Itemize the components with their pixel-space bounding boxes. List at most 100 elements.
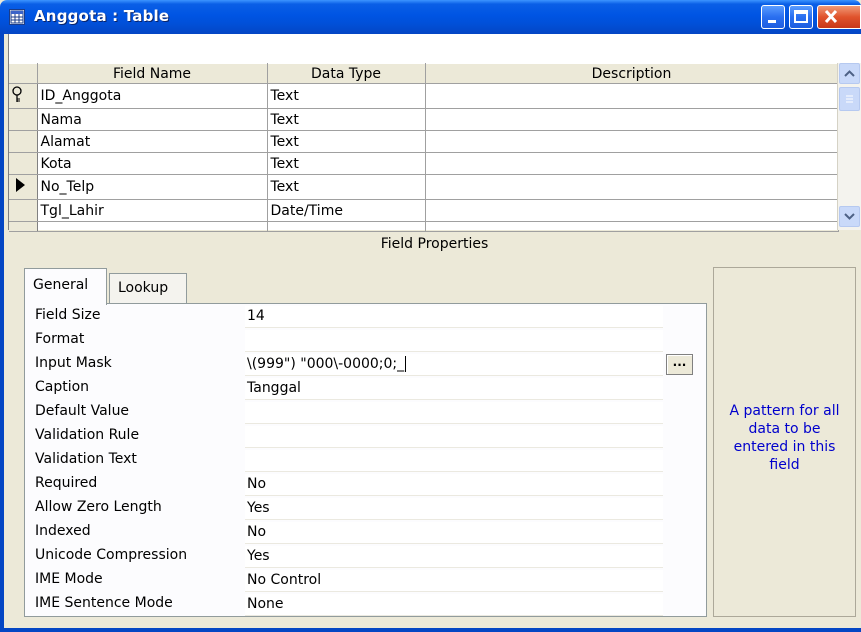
vertical-scrollbar[interactable] — [837, 63, 861, 230]
ime-sentence-mode-input[interactable]: None — [245, 594, 663, 616]
field-grid: Field Name Data Type Description ID_Angg… — [8, 34, 861, 232]
table-row[interactable]: No_Telp Text — [9, 174, 839, 200]
table-row[interactable]: Tgl_Lahir Date/Time — [9, 199, 839, 222]
required-input[interactable]: No — [245, 474, 663, 496]
property-row-allow-zero-length: Allow Zero Length Yes — [25, 497, 708, 521]
scroll-thumb[interactable] — [839, 87, 860, 111]
description-cell[interactable] — [425, 174, 839, 200]
column-header-description[interactable]: Description — [425, 63, 839, 84]
property-row-validation-text: Validation Text — [25, 449, 708, 473]
data-type-cell[interactable]: Text — [267, 108, 426, 131]
property-label: Caption — [35, 379, 90, 395]
property-label: IME Mode — [35, 571, 103, 587]
property-label: Validation Rule — [35, 427, 140, 443]
property-row-input-mask: Input Mask \(999") "000\-0000;0;_ ... — [25, 353, 708, 377]
grip-icon — [846, 95, 853, 103]
property-row-validation-rule: Validation Rule — [25, 425, 708, 449]
ime-mode-input[interactable]: No Control — [245, 570, 663, 592]
chevron-down-icon — [844, 213, 855, 220]
property-label: Input Mask — [35, 355, 112, 371]
table-row[interactable]: Alamat Text — [9, 130, 839, 153]
property-label: Unicode Compression — [35, 547, 188, 563]
title-bar[interactable]: Anggota : Table — [0, 0, 861, 34]
property-row-required: Required No — [25, 473, 708, 497]
row-selector[interactable] — [9, 174, 38, 200]
close-button[interactable] — [817, 5, 861, 29]
property-label: Validation Text — [35, 451, 137, 467]
input-mask-value: \(999") "000\-0000;0;_ — [247, 356, 405, 372]
window-title: Anggota : Table — [34, 7, 170, 25]
property-label: Format — [35, 331, 85, 347]
window-border-bottom — [0, 628, 861, 632]
format-input[interactable] — [245, 330, 663, 352]
description-cell[interactable] — [425, 83, 839, 109]
description-cell[interactable] — [425, 152, 839, 175]
property-row-field-size: Field Size 14 — [25, 305, 708, 329]
property-label: Allow Zero Length — [35, 499, 162, 515]
maximize-button[interactable] — [789, 5, 813, 29]
text-cursor — [405, 356, 407, 372]
row-selector[interactable] — [9, 108, 38, 131]
validation-rule-input[interactable] — [245, 426, 663, 448]
input-mask-input[interactable]: \(999") "000\-0000;0;_ — [245, 354, 663, 376]
description-cell[interactable] — [425, 108, 839, 131]
field-name-cell[interactable]: ID_Anggota — [37, 83, 268, 109]
allow-zero-length-input[interactable]: Yes — [245, 498, 663, 520]
property-label: IME Sentence Mode — [35, 595, 173, 611]
field-properties-heading: Field Properties — [380, 236, 489, 252]
column-header-data-type[interactable]: Data Type — [267, 63, 426, 84]
field-size-input[interactable]: 14 — [245, 306, 663, 328]
general-properties-panel: Field Size 14 Format Input Mask \(999") … — [24, 303, 707, 617]
scroll-up-button[interactable] — [839, 63, 860, 84]
property-row-ime-sentence-mode: IME Sentence Mode None — [25, 593, 708, 617]
help-text: A pattern for all data to be entered in … — [729, 403, 840, 473]
row-selector-header[interactable] — [9, 63, 38, 84]
chevron-up-icon — [844, 70, 855, 77]
table-row[interactable]: Nama Text — [9, 108, 839, 131]
column-header-field-name[interactable]: Field Name — [37, 63, 268, 84]
table-row[interactable]: Kota Text — [9, 152, 839, 175]
field-name-cell[interactable]: Tgl_Lahir — [37, 199, 268, 222]
data-type-cell[interactable]: Text — [267, 130, 426, 153]
property-row-caption: Caption Tanggal — [25, 377, 708, 401]
current-row-arrow-icon — [16, 178, 25, 192]
property-row-format: Format — [25, 329, 708, 353]
property-row-unicode-compression: Unicode Compression Yes — [25, 545, 708, 569]
field-name-cell[interactable]: Nama — [37, 108, 268, 131]
caption-input[interactable]: Tanggal — [245, 378, 663, 400]
property-row-ime-mode: IME Mode No Control — [25, 569, 708, 593]
row-selector[interactable] — [9, 152, 38, 175]
minimize-button[interactable] — [761, 5, 785, 29]
default-value-input[interactable] — [245, 402, 663, 424]
unicode-compression-input[interactable]: Yes — [245, 546, 663, 568]
property-label: Indexed — [35, 523, 91, 539]
scroll-down-button[interactable] — [839, 206, 860, 227]
row-selector[interactable] — [9, 199, 38, 222]
property-row-indexed: Indexed No — [25, 521, 708, 545]
help-panel: A pattern for all data to be entered in … — [713, 267, 856, 617]
tab-lookup[interactable]: Lookup — [109, 273, 187, 303]
table-icon[interactable] — [9, 9, 25, 25]
key-icon — [12, 86, 22, 102]
property-label: Field Size — [35, 307, 101, 323]
tab-general[interactable]: General — [24, 268, 107, 305]
data-type-cell[interactable]: Text — [267, 83, 426, 109]
data-type-cell[interactable]: Date/Time — [267, 199, 426, 222]
property-label: Required — [35, 475, 98, 491]
field-name-cell[interactable]: Alamat — [37, 130, 268, 153]
builder-button[interactable]: ... — [666, 354, 693, 375]
data-type-cell[interactable]: Text — [267, 152, 426, 175]
description-cell[interactable] — [425, 130, 839, 153]
property-row-default-value: Default Value — [25, 401, 708, 425]
indexed-input[interactable]: No — [245, 522, 663, 544]
data-type-cell[interactable]: Text — [267, 174, 426, 200]
field-name-cell[interactable]: Kota — [37, 152, 268, 175]
description-cell[interactable] — [425, 199, 839, 222]
field-name-cell[interactable]: No_Telp — [37, 174, 268, 200]
row-selector[interactable] — [9, 130, 38, 153]
validation-text-input[interactable] — [245, 450, 663, 472]
property-label: Default Value — [35, 403, 130, 419]
row-selector[interactable] — [9, 83, 38, 109]
field-table: Field Name Data Type Description ID_Angg… — [9, 63, 839, 232]
table-row[interactable]: ID_Anggota Text — [9, 83, 839, 109]
